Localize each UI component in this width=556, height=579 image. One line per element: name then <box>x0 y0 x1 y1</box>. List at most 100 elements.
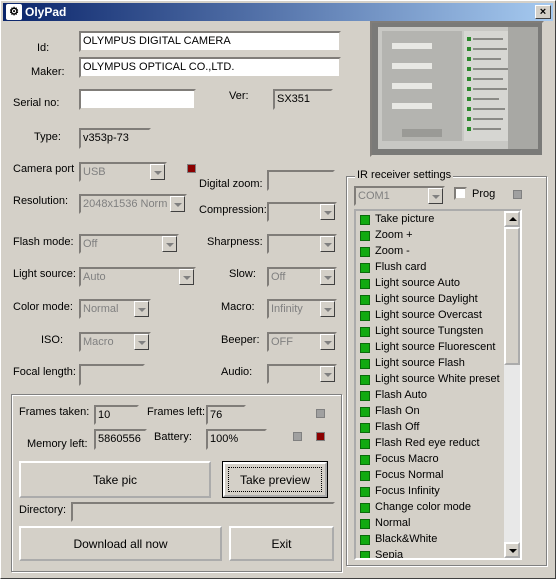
chevron-down-icon[interactable] <box>179 269 194 285</box>
list-item-label: Light source Tungsten <box>375 325 484 337</box>
list-item[interactable]: Change color mode <box>358 500 506 516</box>
color-mode-select[interactable]: Normal <box>79 299 151 319</box>
list-item[interactable]: Focus Macro <box>358 452 506 468</box>
slow-value: Off <box>271 271 286 283</box>
list-item[interactable]: Light source Tungsten <box>358 324 506 340</box>
list-item[interactable]: Light source Auto <box>358 276 506 292</box>
chevron-down-icon[interactable] <box>162 236 177 252</box>
list-item[interactable]: Zoom + <box>358 228 506 244</box>
list-item[interactable]: Normal <box>358 516 506 532</box>
take-pic-label: Take pic <box>92 473 138 487</box>
beeper-select[interactable]: OFF <box>267 332 337 352</box>
green-square-icon <box>360 279 370 289</box>
type-label: Type: <box>34 131 61 143</box>
memory-left-field: 5860556 <box>94 429 147 450</box>
list-item[interactable]: Flush card <box>358 260 506 276</box>
scroll-down-arrow-icon[interactable] <box>504 542 520 558</box>
scroll-thumb[interactable] <box>504 227 520 365</box>
slow-label: Slow: <box>229 268 256 280</box>
green-square-icon <box>360 519 370 529</box>
list-item[interactable]: Black&White <box>358 532 506 548</box>
green-square-icon <box>360 423 370 433</box>
chevron-down-icon[interactable] <box>170 196 185 212</box>
title-bar[interactable]: ⚙ OlyPad × <box>3 3 553 21</box>
chevron-down-icon[interactable] <box>320 236 335 252</box>
list-scrollbar[interactable] <box>504 211 520 558</box>
list-item-label: Flash Red eye reduct <box>375 437 480 449</box>
green-square-icon <box>360 487 370 497</box>
list-item-label: Light source Fluorescent <box>375 341 496 353</box>
chevron-down-icon[interactable] <box>134 301 149 317</box>
camera-port-label: Camera port <box>13 163 75 175</box>
focal-length-field[interactable] <box>79 364 145 386</box>
flash-mode-label: Flash mode: <box>13 236 74 248</box>
camera-port-select[interactable]: USB <box>79 162 167 182</box>
list-item[interactable]: Take picture <box>358 212 506 228</box>
prog-checkbox[interactable] <box>454 187 467 200</box>
macro-value: Infinity <box>271 303 303 315</box>
list-item[interactable]: Flash On <box>358 404 506 420</box>
take-preview-button[interactable]: Take preview <box>222 461 328 498</box>
ir-port-select[interactable]: COM1 <box>354 186 445 206</box>
list-item[interactable]: Light source Overcast <box>358 308 506 324</box>
chevron-down-icon[interactable] <box>320 334 335 350</box>
slow-select[interactable]: Off <box>267 267 337 287</box>
list-item[interactable]: Light source Flash <box>358 356 506 372</box>
list-item[interactable]: Focus Normal <box>358 468 506 484</box>
close-button[interactable]: × <box>535 5 551 19</box>
list-item-label: Change color mode <box>375 501 472 513</box>
list-item[interactable]: Zoom - <box>358 244 506 260</box>
digital-zoom-field[interactable] <box>267 170 335 191</box>
light-source-label: Light source: <box>13 268 76 280</box>
chevron-down-icon[interactable] <box>320 269 335 285</box>
list-item[interactable]: Focus Infinity <box>358 484 506 500</box>
chevron-down-icon[interactable] <box>150 164 165 180</box>
chevron-down-icon[interactable] <box>320 301 335 317</box>
compression-select[interactable] <box>267 202 337 222</box>
prog-label: Prog <box>472 188 496 200</box>
iso-value: Macro <box>83 336 114 348</box>
resolution-value: 2048x1536 Norm <box>83 198 168 210</box>
id-field[interactable]: OLYMPUS DIGITAL CAMERA <box>79 31 341 52</box>
sharpness-select[interactable] <box>267 234 337 254</box>
battery-label: Battery: <box>154 431 192 443</box>
compression-label: Compression: <box>199 204 267 216</box>
list-item-label: Focus Infinity <box>375 485 440 497</box>
ir-command-list[interactable]: Take picture Zoom + Zoom - Flush card Light … <box>354 209 522 560</box>
list-item[interactable]: Flash Auto <box>358 388 506 404</box>
flash-mode-select[interactable]: Off <box>79 234 179 254</box>
exit-button[interactable]: Exit <box>229 526 334 561</box>
list-item[interactable]: Sepia <box>358 548 506 558</box>
chevron-down-icon[interactable] <box>320 204 335 220</box>
take-pic-button[interactable]: Take pic <box>19 461 211 498</box>
green-square-icon <box>360 311 370 321</box>
download-all-button[interactable]: Download all now <box>19 526 222 561</box>
green-square-icon <box>360 503 370 513</box>
audio-select[interactable] <box>267 364 337 384</box>
list-item[interactable]: Light source Fluorescent <box>358 340 506 356</box>
green-square-icon <box>360 231 370 241</box>
beeper-value: OFF <box>271 336 293 348</box>
macro-select[interactable]: Infinity <box>267 299 337 319</box>
directory-field[interactable] <box>71 502 335 522</box>
iso-select[interactable]: Macro <box>79 332 151 352</box>
ir-group-title: IR receiver settings <box>355 169 454 181</box>
chevron-down-icon[interactable] <box>134 334 149 350</box>
list-item-label: Flush card <box>375 261 427 273</box>
list-item[interactable]: Light source Daylight <box>358 292 506 308</box>
list-item[interactable]: Flash Red eye reduct <box>358 436 506 452</box>
green-square-icon <box>360 295 370 305</box>
chevron-down-icon[interactable] <box>428 188 443 204</box>
list-item[interactable]: Light source White preset <box>358 372 506 388</box>
serial-field[interactable] <box>79 89 196 110</box>
ver-label: Ver: <box>229 90 249 102</box>
chevron-down-icon[interactable] <box>320 366 335 382</box>
frames-taken-label: Frames taken: <box>19 406 90 418</box>
green-square-icon <box>360 535 370 545</box>
resolution-select[interactable]: 2048x1536 Norm <box>79 194 187 214</box>
scroll-up-arrow-icon[interactable] <box>504 211 520 227</box>
list-item[interactable]: Flash Off <box>358 420 506 436</box>
green-square-icon <box>360 407 370 417</box>
maker-field[interactable]: OLYMPUS OPTICAL CO.,LTD. <box>79 57 341 78</box>
light-source-select[interactable]: Auto <box>79 267 196 287</box>
